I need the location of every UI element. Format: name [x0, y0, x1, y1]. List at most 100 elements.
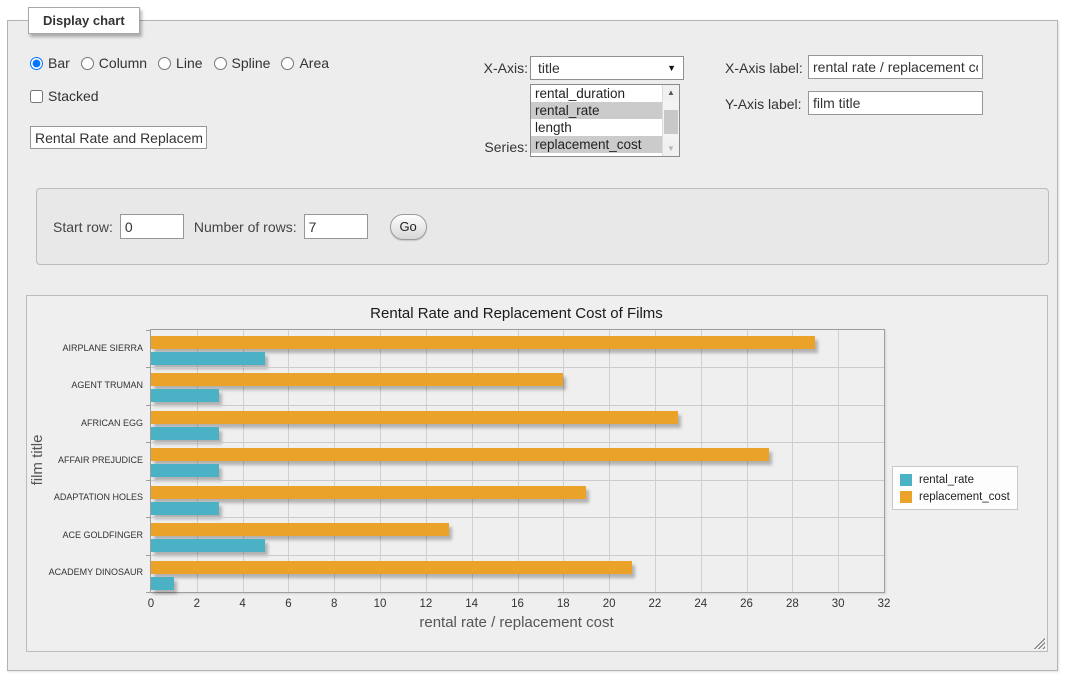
chart-type-radio-bar[interactable]	[30, 57, 43, 70]
bar-replacement_cost	[151, 448, 769, 461]
chart-type-radio-label: Bar	[48, 55, 70, 71]
chart-plot-grid: 02468101214161820222426283032AIRPLANE SI…	[150, 329, 885, 593]
bar-rental_rate	[151, 352, 265, 365]
x-axis-tick-label: 2	[179, 598, 215, 610]
chart-type-radio-label: Spline	[232, 55, 271, 71]
series-option-length[interactable]: length	[531, 119, 662, 136]
chart-x-axis-label: rental rate / replacement cost	[150, 614, 883, 631]
series-option-rental_rate[interactable]: rental_rate	[531, 102, 662, 119]
y-axis-tick-mark	[146, 555, 151, 556]
chart-type-radio-label: Column	[99, 55, 147, 71]
number-of-rows-input[interactable]	[304, 214, 368, 239]
y-category-label: AGENT TRUMAN	[31, 380, 143, 390]
stacked-checkbox[interactable]	[30, 90, 43, 103]
chart-type-radio-area[interactable]	[281, 57, 294, 70]
chart-type-option-line[interactable]: Line	[158, 55, 202, 71]
series-multiselect[interactable]: rental_durationrental_ratelengthreplacem…	[530, 84, 680, 157]
chart-container: Rental Rate and Replacement Cost of Film…	[26, 295, 1048, 652]
chart-type-option-column[interactable]: Column	[81, 55, 147, 71]
x-axis-select[interactable]: title ▼	[530, 56, 684, 80]
chevron-down-icon: ▼	[667, 63, 676, 73]
x-axis-label-field-label: X-Axis label:	[725, 60, 803, 76]
x-axis-tick-label: 14	[454, 598, 490, 610]
series-scrollbar[interactable]: ▲ ▼	[662, 85, 679, 156]
x-axis-tick-label: 18	[545, 598, 581, 610]
chart-type-option-spline[interactable]: Spline	[214, 55, 271, 71]
x-axis-label-input[interactable]	[808, 55, 983, 79]
chart-type-option-area[interactable]: Area	[281, 55, 329, 71]
chart-title-input[interactable]	[30, 126, 207, 149]
bar-replacement_cost	[151, 561, 632, 574]
x-axis-tick-label: 12	[408, 598, 444, 610]
y-axis-tick-mark	[146, 517, 151, 518]
stacked-checkbox-row: Stacked	[30, 88, 99, 104]
y-axis-tick-mark	[146, 367, 151, 368]
x-axis-tick-label: 28	[774, 598, 810, 610]
x-axis-tick-label: 30	[820, 598, 856, 610]
legend-item-rental_rate: rental_rate	[900, 471, 1010, 488]
page: Display chart Bar Column Line Spline Area St…	[0, 0, 1081, 681]
y-axis-tick-mark	[146, 480, 151, 481]
row-range-panel: Start row: Number of rows: Go	[36, 188, 1049, 265]
series-option-replacement_cost[interactable]: replacement_cost	[531, 136, 662, 153]
x-axis-tick-label: 0	[133, 598, 169, 610]
legend-swatch-icon	[900, 474, 912, 486]
bar-replacement_cost	[151, 373, 563, 386]
series-option-rental_duration[interactable]: rental_duration	[531, 85, 662, 102]
legend-swatch-icon	[900, 491, 912, 503]
start-row-label: Start row:	[53, 219, 113, 235]
y-category-label: ACADEMY DINOSAUR	[31, 567, 143, 577]
chart-type-radio-group: Bar Column Line Spline Area	[30, 55, 340, 71]
x-axis-tick-label: 10	[362, 598, 398, 610]
chart-type-radio-column[interactable]	[81, 57, 94, 70]
legend-label: rental_rate	[919, 474, 974, 486]
x-axis-tick-label: 22	[637, 598, 673, 610]
bar-replacement_cost	[151, 486, 586, 499]
chart-type-option-bar[interactable]: Bar	[30, 55, 70, 71]
chart-type-radio-spline[interactable]	[214, 57, 227, 70]
chart-type-radio-label: Area	[299, 55, 329, 71]
chart-y-axis-label: film title	[29, 405, 45, 515]
x-axis-tick-label: 16	[500, 598, 536, 610]
gridline-vertical	[792, 330, 793, 592]
resize-handle-icon[interactable]	[1033, 637, 1045, 649]
scrollbar-thumb[interactable]	[664, 110, 678, 134]
gridline-vertical	[838, 330, 839, 592]
x-axis-tick-label: 6	[270, 598, 306, 610]
y-category-label: AFRICAN EGG	[31, 418, 143, 428]
scroll-down-icon[interactable]: ▼	[663, 141, 679, 156]
row-range-controls: Start row: Number of rows: Go	[53, 189, 427, 264]
x-axis-tick-label: 20	[591, 598, 627, 610]
x-axis-tick-label: 24	[683, 598, 719, 610]
y-axis-label-input[interactable]	[808, 91, 983, 115]
scroll-up-icon[interactable]: ▲	[663, 85, 679, 100]
chart-legend: rental_rate replacement_cost	[892, 466, 1018, 510]
x-axis-tick-label: 8	[316, 598, 352, 610]
start-row-input[interactable]	[120, 214, 184, 239]
y-axis-tick-mark	[146, 405, 151, 406]
legend-label: replacement_cost	[919, 491, 1010, 503]
y-axis-tick-mark	[146, 592, 151, 593]
y-category-label: ADAPTATION HOLES	[31, 492, 143, 502]
bar-rental_rate	[151, 427, 219, 440]
gridline-horizontal	[151, 405, 884, 406]
bar-replacement_cost	[151, 411, 678, 424]
y-category-label: ACE GOLDFINGER	[31, 530, 143, 540]
go-button[interactable]: Go	[390, 214, 427, 240]
y-category-label: AFFAIR PREJUDICE	[31, 455, 143, 465]
gridline-horizontal	[151, 517, 884, 518]
x-axis-tick-label: 4	[225, 598, 261, 610]
y-axis-tick-mark	[146, 330, 151, 331]
y-category-label: AIRPLANE SIERRA	[31, 343, 143, 353]
bar-rental_rate	[151, 502, 219, 515]
gridline-horizontal	[151, 480, 884, 481]
fieldset-legend-title: Display chart	[28, 7, 140, 34]
chart-title: Rental Rate and Replacement Cost of Film…	[150, 305, 883, 322]
y-axis-tick-mark	[146, 442, 151, 443]
bar-rental_rate	[151, 389, 219, 402]
x-axis-tick-label: 26	[729, 598, 765, 610]
chart-type-radio-line[interactable]	[158, 57, 171, 70]
gridline-horizontal	[151, 555, 884, 556]
series-options: rental_durationrental_ratelengthreplacem…	[531, 85, 662, 156]
stacked-label: Stacked	[48, 88, 99, 104]
